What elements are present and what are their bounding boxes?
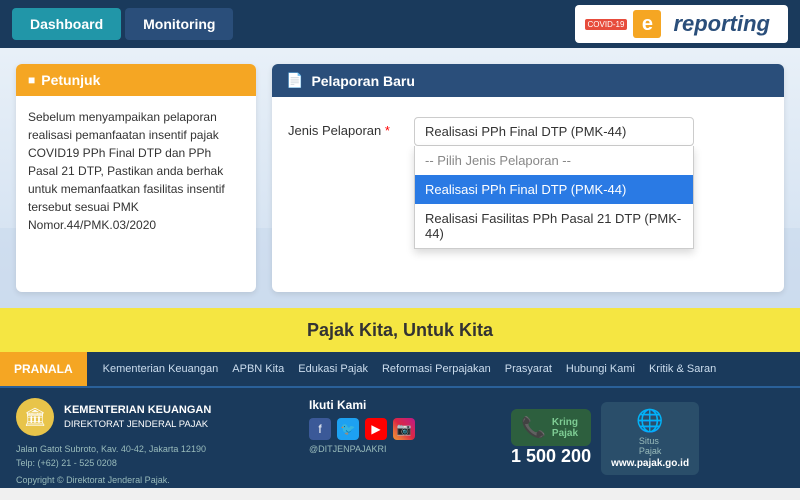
phone-number: 1 500 200 <box>511 446 591 467</box>
dropdown-item-pph-final[interactable]: Realisasi PPh Final DTP (PMK-44) <box>415 175 693 204</box>
petunjuk-header: ■ Petunjuk <box>16 64 256 96</box>
footer-address-line1: Jalan Gatot Subroto, Kav. 40-42, Jakarta… <box>16 442 289 456</box>
footer-phone-section: 📞 KringPajak 1 500 200 🌐 SitusPajak www.… <box>511 398 784 478</box>
footer-org-main: KEMENTERIAN KEUANGAN <box>64 403 211 418</box>
petunjuk-text: Sebelum menyampaikan pelaporan realisasi… <box>28 108 244 234</box>
footer-org-sub: DIREKTORAT JENDERAL PAJAK <box>64 418 211 431</box>
kring-box: 📞 KringPajak <box>511 409 591 446</box>
kring-text: KringPajak <box>552 417 578 439</box>
banner-text: Pajak Kita, Untuk Kita <box>307 320 493 341</box>
nav-edukasi[interactable]: Edukasi Pajak <box>292 359 374 379</box>
twitter-icon[interactable]: 🐦 <box>337 418 359 440</box>
info-icon: ■ <box>28 73 35 87</box>
yellow-banner: Pajak Kita, Untuk Kita <box>0 308 800 352</box>
footer-copyright: Copyright © Direktorat Jenderal Pajak. <box>16 475 289 485</box>
globe-icon: 🌐 <box>636 408 663 434</box>
header-nav: Dashboard Monitoring <box>12 8 233 40</box>
djp-logo-icon: 🏛 <box>16 398 54 436</box>
dropdown-item-pasal21[interactable]: Realisasi Fasilitas PPh Pasal 21 DTP (PM… <box>415 204 693 248</box>
nav-kritik[interactable]: Kritik & Saran <box>643 359 722 379</box>
social-icons-row: f 🐦 ▶ 📷 <box>309 418 491 440</box>
petunjuk-body: Sebelum menyampaikan pelaporan realisasi… <box>16 96 256 246</box>
document-icon: 📄 <box>286 72 303 89</box>
required-asterisk: * <box>385 123 390 138</box>
pelaporan-body: Jenis Pelaporan * -- Pilih Jenis Pelapor… <box>272 97 784 209</box>
footer: 🏛 KEMENTERIAN KEUANGAN DIREKTORAT JENDER… <box>0 388 800 488</box>
jenis-pelaporan-select[interactable]: -- Pilih Jenis Pelaporan -- Realisasi PP… <box>414 117 694 146</box>
jenis-pelaporan-row: Jenis Pelaporan * -- Pilih Jenis Pelapor… <box>288 117 768 146</box>
pelaporan-panel: 📄 Pelaporan Baru Jenis Pelaporan * -- Pi… <box>272 64 784 292</box>
bottom-nav: PRANALA Kementerian Keuangan APBN Kita E… <box>0 352 800 388</box>
petunjuk-title: Petunjuk <box>41 72 100 88</box>
pelaporan-title: Pelaporan Baru <box>311 73 414 89</box>
dropdown-item-placeholder[interactable]: -- Pilih Jenis Pelaporan -- <box>415 146 693 175</box>
logo-container: COVID-19 e reporting <box>575 5 788 43</box>
nav-kementerian[interactable]: Kementerian Keuangan <box>97 359 225 379</box>
nav-apbn[interactable]: APBN Kita <box>226 359 290 379</box>
situs-label: SitusPajak <box>639 436 662 456</box>
phone-icon: 📞 <box>521 415 546 440</box>
situs-url[interactable]: www.pajak.go.id <box>611 458 689 469</box>
reporting-logo-text: reporting <box>665 9 778 39</box>
bottom-nav-links: Kementerian Keuangan APBN Kita Edukasi P… <box>87 359 733 379</box>
covid-badge-icon: COVID-19 <box>585 19 628 30</box>
instagram-icon[interactable]: 📷 <box>393 418 415 440</box>
footer-org-text: KEMENTERIAN KEUANGAN DIREKTORAT JENDERAL… <box>64 403 211 432</box>
pelaporan-header: 📄 Pelaporan Baru <box>272 64 784 97</box>
monitoring-button[interactable]: Monitoring <box>125 8 233 40</box>
facebook-icon[interactable]: f <box>309 418 331 440</box>
social-title: Ikuti Kami <box>309 398 491 412</box>
e-logo-icon: e <box>633 10 661 38</box>
pranala-badge: PRANALA <box>0 352 87 386</box>
footer-org-section: 🏛 KEMENTERIAN KEUANGAN DIREKTORAT JENDER… <box>16 398 289 478</box>
main-content: ■ Petunjuk Sebelum menyampaikan pelapora… <box>0 48 800 308</box>
dashboard-button[interactable]: Dashboard <box>12 8 121 40</box>
footer-address: Jalan Gatot Subroto, Kav. 40-42, Jakarta… <box>16 442 289 471</box>
social-handle: @DITJENPAJAKRI <box>309 444 491 454</box>
situs-box: 🌐 SitusPajak www.pajak.go.id <box>601 402 699 475</box>
nav-hubungi[interactable]: Hubungi Kami <box>560 359 641 379</box>
dropdown-open: -- Pilih Jenis Pelaporan -- Realisasi PP… <box>414 146 694 249</box>
nav-prasyarat[interactable]: Prasyarat <box>499 359 558 379</box>
youtube-icon[interactable]: ▶ <box>365 418 387 440</box>
header: Dashboard Monitoring COVID-19 e reportin… <box>0 0 800 48</box>
nav-reformasi[interactable]: Reformasi Perpajakan <box>376 359 497 379</box>
jenis-pelaporan-label: Jenis Pelaporan * <box>288 117 398 138</box>
footer-address-line2: Telp: (+62) 21 - 525 0208 <box>16 456 289 470</box>
jenis-select-wrapper[interactable]: -- Pilih Jenis Pelaporan -- Realisasi PP… <box>414 117 694 146</box>
footer-social-section: Ikuti Kami f 🐦 ▶ 📷 @DITJENPAJAKRI <box>309 398 491 478</box>
petunjuk-panel: ■ Petunjuk Sebelum menyampaikan pelapora… <box>16 64 256 292</box>
footer-logo-row: 🏛 KEMENTERIAN KEUANGAN DIREKTORAT JENDER… <box>16 398 289 436</box>
